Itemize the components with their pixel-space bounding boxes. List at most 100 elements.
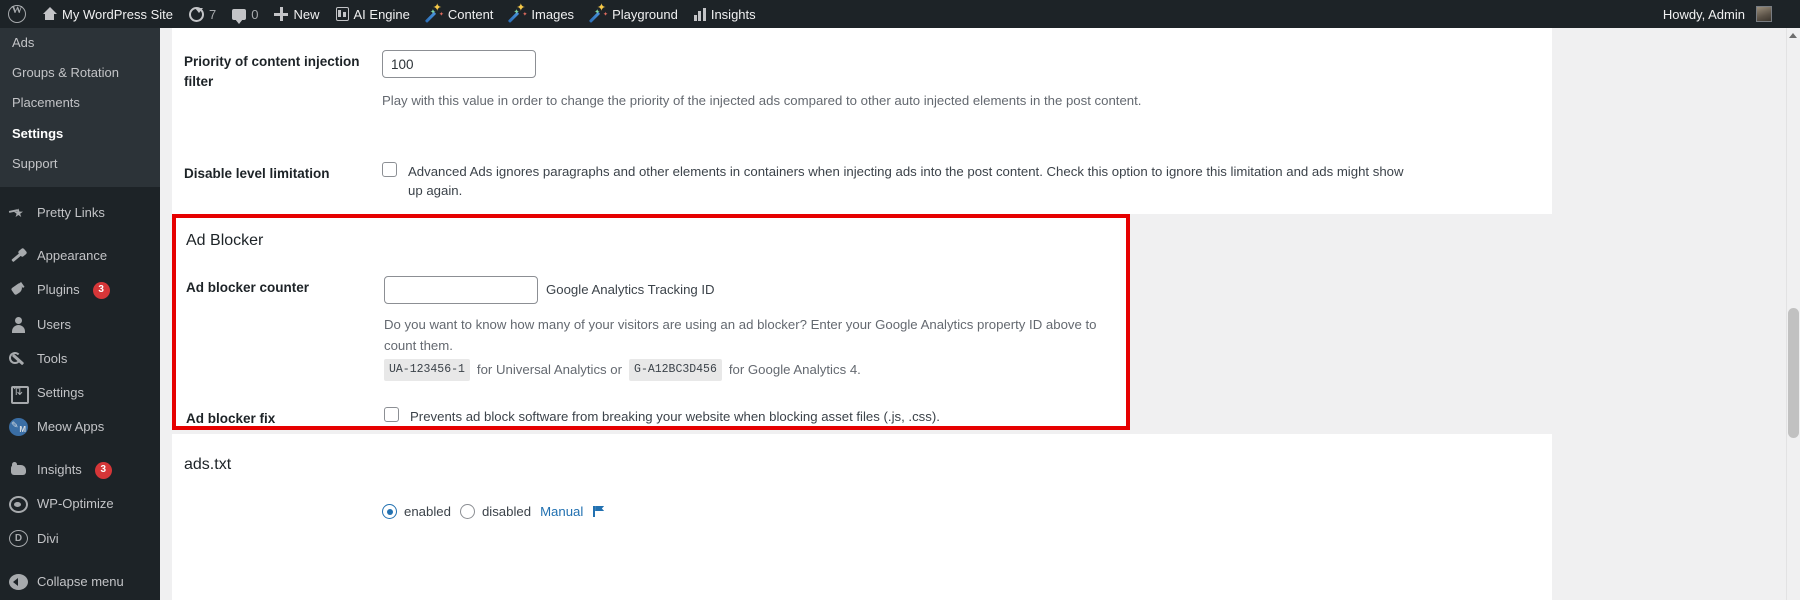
- adminbar-content-label: Content: [447, 6, 494, 22]
- sidebar-item-wp-optimize[interactable]: WP-Optimize: [0, 487, 160, 521]
- sidebar-item-divi[interactable]: Divi: [0, 522, 160, 556]
- users-icon: [9, 316, 28, 334]
- sidebar-item-support[interactable]: Support: [0, 149, 160, 179]
- sidebar-item-label: Tools: [37, 350, 68, 366]
- ad-blocker-counter-field: Google Analytics Tracking ID Do you want…: [384, 276, 1126, 381]
- sidebar-separator-1: [0, 187, 160, 196]
- wp-optimize-icon: [9, 496, 28, 514]
- ad-blocker-counter-label: Ad blocker counter: [186, 280, 310, 295]
- home-icon: [42, 7, 57, 21]
- adminbar-item-my-account[interactable]: Howdy, Admin: [1655, 0, 1800, 28]
- adminbar-howdy-label: Howdy, Admin: [1662, 6, 1745, 22]
- sidebar-item-meow-apps[interactable]: Meow Apps: [0, 410, 160, 444]
- ad-blocker-section-header: Ad Blocker: [176, 218, 1126, 250]
- adminbar-item-wp-logo[interactable]: [0, 0, 34, 28]
- adminbar-item-new[interactable]: New: [266, 0, 327, 28]
- adminbar-item-updates[interactable]: 7: [181, 0, 224, 28]
- adminbar-playground-label: Playground: [612, 6, 678, 22]
- ads-txt-options: enabled disabled Manual: [382, 504, 1552, 519]
- priority-description: Play with this value in order to change …: [382, 93, 1142, 108]
- page-scrollbar[interactable]: [1786, 28, 1800, 600]
- ad-blocker-fix-checkbox-line: Prevents ad block software from breaking…: [384, 406, 1126, 426]
- sidebar-item-label: Pretty Links: [37, 204, 105, 220]
- adminbar-site-name-label: My WordPress Site: [62, 6, 174, 22]
- sidebar-separator-3: [0, 444, 160, 453]
- ads-txt-field: enabled disabled Manual: [382, 504, 1552, 519]
- sidebar-item-users[interactable]: Users: [0, 308, 160, 342]
- ad-blocker-counter-suffix: Google Analytics Tracking ID: [546, 282, 715, 298]
- sidebar-item-collapse-menu[interactable]: Collapse menu: [0, 565, 160, 599]
- adminbar-insights-label: Insights: [710, 6, 756, 22]
- ads-txt-option-disabled[interactable]: disabled: [459, 504, 531, 519]
- update-icon: [189, 6, 205, 22]
- adminbar-item-images[interactable]: ✦ ✦ ✦ Images: [501, 0, 582, 28]
- ad-blocker-counter-row: Ad blocker counter Google Analytics Trac…: [176, 250, 1126, 381]
- ads-txt-panel: ads.txt enabled disabled Manual: [172, 434, 1552, 600]
- main-content: Priority of content injection filter Pla…: [160, 28, 1800, 600]
- ads-txt-title: ads.txt: [184, 456, 232, 473]
- adminbar-item-insights[interactable]: Insights: [686, 0, 764, 28]
- ads-txt-enabled-radio[interactable]: [382, 504, 397, 519]
- insights-badge: 3: [94, 461, 112, 479]
- priority-input[interactable]: [382, 50, 536, 78]
- sidebar-item-appearance[interactable]: Appearance: [0, 239, 160, 273]
- flag-icon: [592, 505, 605, 518]
- ad-blocker-title: Ad Blocker: [186, 232, 264, 249]
- ad-blocker-counter-input[interactable]: [384, 276, 538, 304]
- admin-sidebar: Ads Groups & Rotation Placements Setting…: [0, 28, 160, 600]
- priority-label: Priority of content injection filter: [184, 54, 360, 89]
- adminbar-item-playground[interactable]: ✦ ✦ ✦ Playground: [582, 0, 686, 28]
- priority-field-group: Play with this value in order to change …: [382, 50, 1552, 111]
- sidebar-item-groups-rotation[interactable]: Groups & Rotation: [0, 58, 160, 88]
- ads-txt-row-label: [184, 504, 382, 506]
- ad-blocker-fix-checkbox[interactable]: [384, 406, 399, 422]
- sidebar-item-label: Collapse menu: [37, 573, 124, 589]
- plugins-update-badge: 3: [92, 281, 110, 299]
- disable-level-limitation-checkbox[interactable]: [382, 162, 397, 177]
- ads-txt-row: enabled disabled Manual: [184, 474, 1552, 519]
- adminbar-images-label: Images: [531, 6, 575, 22]
- sidebar-item-tools[interactable]: Tools: [0, 342, 160, 376]
- ad-blocker-counter-help-1: Do you want to know how many of your vis…: [384, 317, 1097, 354]
- sidebar-item-plugins[interactable]: Plugins 3: [0, 273, 160, 307]
- adminbar-item-comments[interactable]: 0: [224, 0, 266, 28]
- divi-icon: [9, 530, 28, 548]
- sidebar-item-ads[interactable]: Ads: [0, 28, 160, 58]
- magic-wand-icon: ✦ ✦ ✦: [588, 2, 608, 23]
- sidebar-separator-4: [0, 556, 160, 565]
- avatar: [1756, 6, 1772, 22]
- priority-panel: Priority of content injection filter Pla…: [172, 28, 1552, 138]
- comment-icon: [232, 8, 247, 24]
- settings-icon: [9, 383, 29, 404]
- ads-txt-manual-link[interactable]: Manual: [540, 504, 583, 519]
- ad-blocker-counter-help-2: UA-123456-1 for Universal Analytics or G…: [384, 359, 1126, 381]
- disable-level-limitation-checkbox-line: Advanced Ads ignores paragraphs and othe…: [382, 162, 1552, 200]
- ads-txt-option-enabled[interactable]: enabled: [382, 504, 451, 519]
- disable-level-limitation-label: Disable level limitation: [184, 166, 330, 181]
- bar-chart-icon: [693, 7, 706, 21]
- ads-txt-disabled-radio[interactable]: [459, 504, 475, 519]
- ua-tracking-id-code: UA-123456-1: [384, 359, 470, 381]
- sidebar-item-label: Settings: [37, 384, 84, 400]
- sidebar-item-insights[interactable]: Insights 3: [0, 453, 160, 487]
- sidebar-item-label: Appearance: [37, 248, 108, 264]
- ad-blocker-highlight-box: Ad Blocker Ad blocker counter Google Ana…: [172, 214, 1130, 453]
- disable-level-limitation-field: Advanced Ads ignores paragraphs and othe…: [382, 162, 1552, 200]
- ad-blocker-fix-text: Prevents ad block software from breaking…: [410, 408, 940, 424]
- adminbar-item-content[interactable]: ✦ ✦ ✦ Content: [418, 0, 502, 28]
- sidebar-submenu-advanced-ads: Ads Groups & Rotation Placements Setting…: [0, 28, 160, 187]
- sidebar-item-settings-main[interactable]: Settings: [0, 376, 160, 410]
- meow-apps-icon: [9, 418, 28, 437]
- wordpress-logo-icon: [8, 4, 26, 23]
- tools-icon: [9, 350, 28, 368]
- sidebar-item-placements[interactable]: Placements: [0, 88, 160, 118]
- sidebar-item-settings[interactable]: Settings: [0, 119, 160, 149]
- ad-blocker-counter-input-line: Google Analytics Tracking ID: [384, 276, 1126, 304]
- scroll-up-arrow-icon[interactable]: [1788, 30, 1799, 41]
- adminbar-updates-count: 7: [209, 6, 217, 22]
- scrollbar-thumb[interactable]: [1788, 308, 1799, 438]
- sidebar-item-label: Meow Apps: [37, 419, 105, 435]
- sidebar-item-pretty-links[interactable]: Pretty Links: [0, 196, 160, 230]
- adminbar-item-site-name[interactable]: My WordPress Site: [34, 0, 181, 28]
- adminbar-item-ai-engine[interactable]: AI Engine: [328, 0, 418, 28]
